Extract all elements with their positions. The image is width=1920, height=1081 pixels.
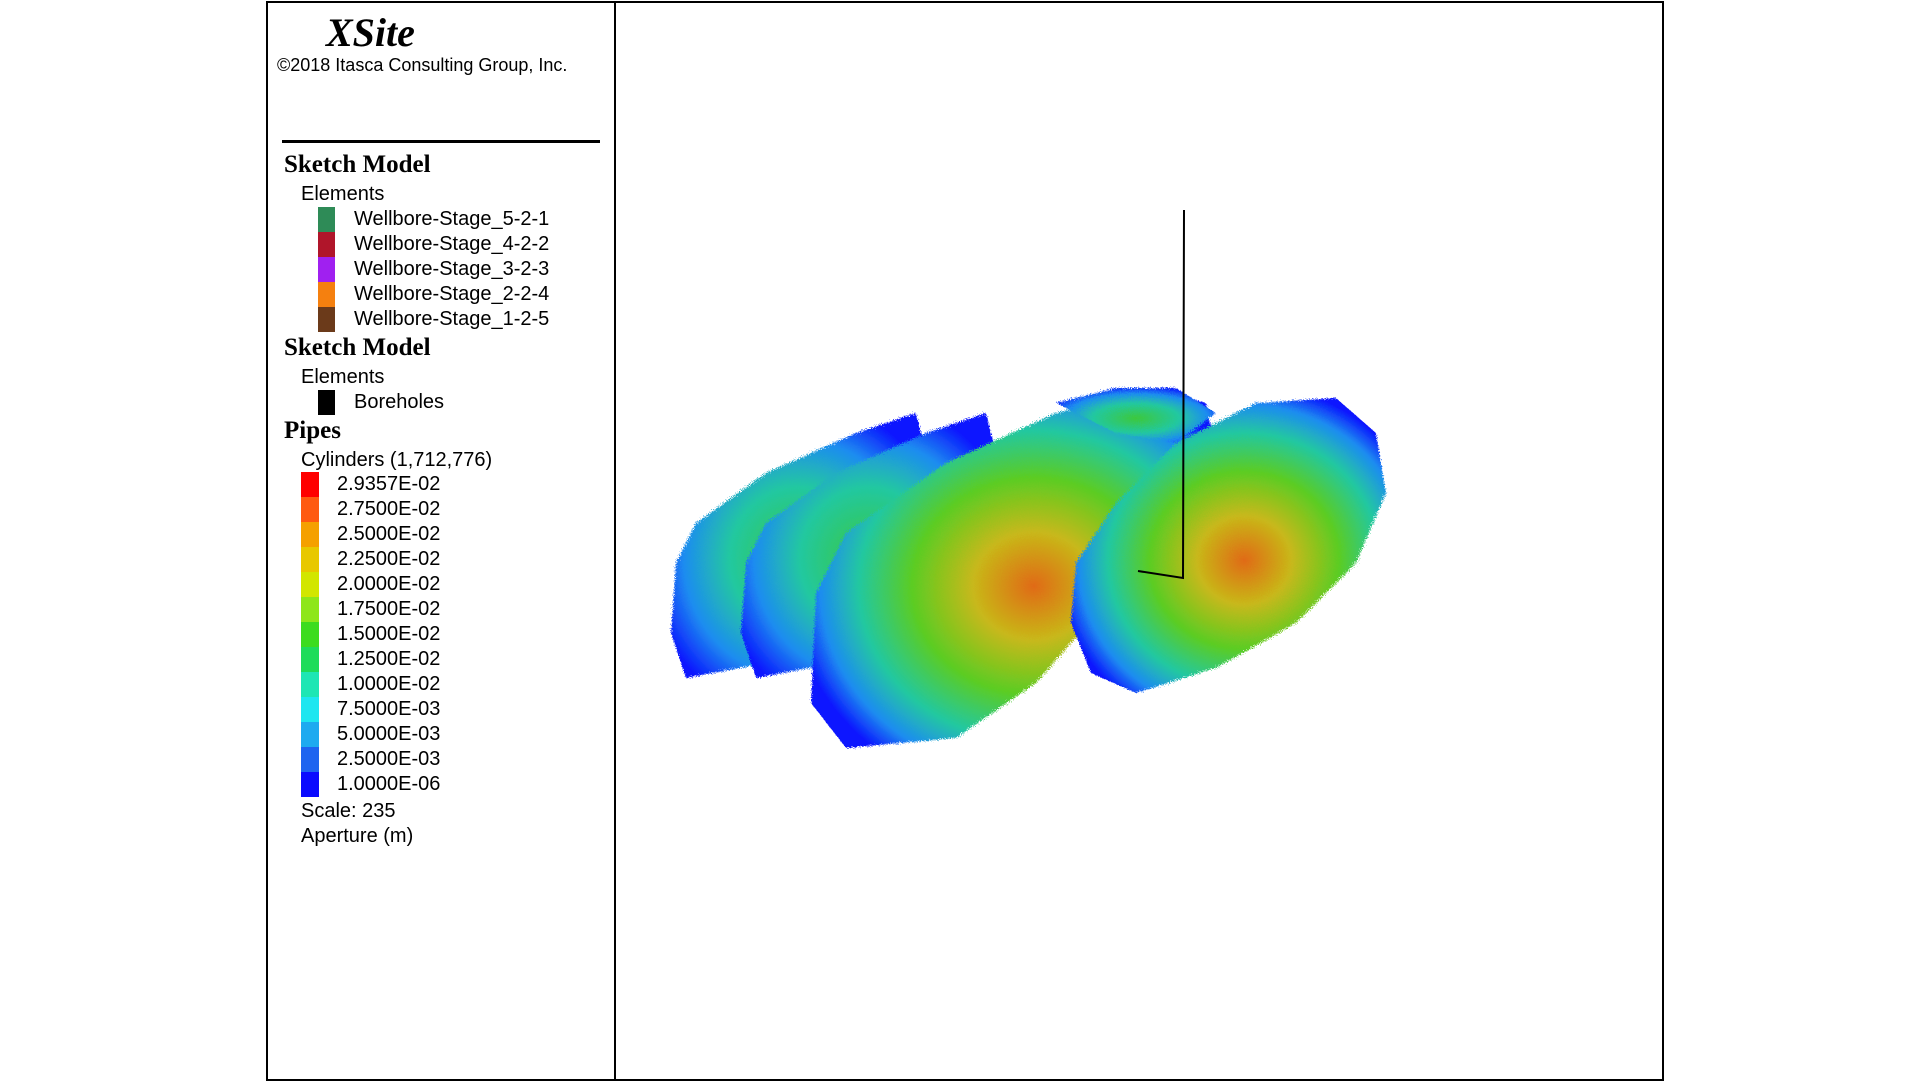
quantity-label: Aperture (m) [301, 825, 414, 847]
fracture-model-render [671, 209, 1386, 748]
ramp-value-label: 2.5000E-02 [337, 523, 441, 545]
ramp-swatch [301, 522, 319, 547]
legend-item-label: Wellbore-Stage_2-2-4 [354, 283, 550, 305]
pipes-subtitle: Cylinders (1,712,776) [301, 449, 493, 471]
ramp-value-label: 1.0000E-02 [337, 673, 441, 695]
legend-item-label: Boreholes [354, 391, 445, 413]
legend-item-label: Wellbore-Stage_4-2-2 [354, 233, 550, 255]
ramp-swatch [301, 622, 319, 647]
ramp-value-label: 7.5000E-03 [337, 698, 441, 720]
ramp-row: 1.7500E-02 [301, 597, 440, 622]
legend-item-stage-1: Wellbore-Stage_1-2-5 [318, 307, 549, 332]
section-subtitle-elements: Elements [301, 183, 385, 205]
ramp-swatch [301, 497, 319, 522]
ramp-value-label: 1.5000E-02 [337, 623, 441, 645]
legend-swatch [318, 232, 335, 257]
section-subtitle-elements: Elements [301, 366, 385, 388]
ramp-row: 5.0000E-03 [301, 722, 440, 747]
ramp-row: 1.5000E-02 [301, 622, 440, 647]
ramp-value-label: 1.7500E-02 [337, 598, 441, 620]
ramp-swatch [301, 547, 319, 572]
app-title: XSite [326, 10, 415, 55]
legend-item-stage-4: Wellbore-Stage_4-2-2 [318, 232, 549, 257]
ramp-value-label: 2.0000E-02 [337, 573, 441, 595]
legend-swatch [318, 390, 335, 415]
ramp-value-label: 2.5000E-03 [337, 748, 441, 770]
ramp-row: 2.5000E-02 [301, 522, 440, 547]
ramp-value-label: 2.9357E-02 [337, 473, 441, 495]
ramp-row: 1.0000E-02 [301, 672, 440, 697]
ramp-row: 2.2500E-02 [301, 547, 440, 572]
plot-frame: XSite ©2018 Itasca Consulting Group, Inc… [266, 1, 1664, 1081]
ramp-value-label: 1.2500E-02 [337, 648, 441, 670]
ramp-row: 2.7500E-02 [301, 497, 440, 522]
section-title-pipes: Pipes [284, 417, 341, 444]
ramp-swatch [301, 722, 319, 747]
legend-item-stage-3: Wellbore-Stage_3-2-3 [318, 257, 549, 282]
legend-item-label: Wellbore-Stage_3-2-3 [354, 258, 550, 280]
legend-panel: XSite ©2018 Itasca Consulting Group, Inc… [268, 3, 616, 1079]
ramp-row: 2.0000E-02 [301, 572, 440, 597]
legend-item-boreholes: Boreholes [318, 390, 444, 415]
ramp-swatch [301, 697, 319, 722]
ramp-swatch [301, 747, 319, 772]
legend-swatch [318, 282, 335, 307]
ramp-value-label: 1.0000E-06 [337, 773, 441, 795]
ramp-value-label: 2.2500E-02 [337, 548, 441, 570]
ramp-swatch [301, 597, 319, 622]
copyright-text: ©2018 Itasca Consulting Group, Inc. [277, 55, 568, 75]
ramp-swatch [301, 472, 319, 497]
legend-swatch [318, 257, 335, 282]
ramp-swatch [301, 572, 319, 597]
legend-item-label: Wellbore-Stage_1-2-5 [354, 308, 550, 330]
ramp-value-label: 5.0000E-03 [337, 723, 441, 745]
header-divider [282, 140, 600, 143]
ramp-row: 2.9357E-02 [301, 472, 440, 497]
ramp-row: 2.5000E-03 [301, 747, 440, 772]
legend-item-stage-2: Wellbore-Stage_2-2-4 [318, 282, 549, 307]
ramp-row: 1.0000E-06 [301, 772, 440, 797]
legend-swatch [318, 307, 335, 332]
legend-item-label: Wellbore-Stage_5-2-1 [354, 208, 550, 230]
legend-swatch [318, 207, 335, 232]
scale-label: Scale: 235 [301, 800, 396, 822]
ramp-swatch [301, 772, 319, 797]
ramp-swatch [301, 647, 319, 672]
ramp-row: 7.5000E-03 [301, 697, 440, 722]
section-title-sketch-model-stages: Sketch Model [284, 151, 431, 178]
legend-item-stage-5: Wellbore-Stage_5-2-1 [318, 207, 549, 232]
ramp-row: 1.2500E-02 [301, 647, 440, 672]
ramp-value-label: 2.7500E-02 [337, 498, 441, 520]
model-viewport[interactable] [616, 3, 1662, 1079]
ramp-swatch [301, 672, 319, 697]
section-title-sketch-model-boreholes: Sketch Model [284, 334, 431, 361]
